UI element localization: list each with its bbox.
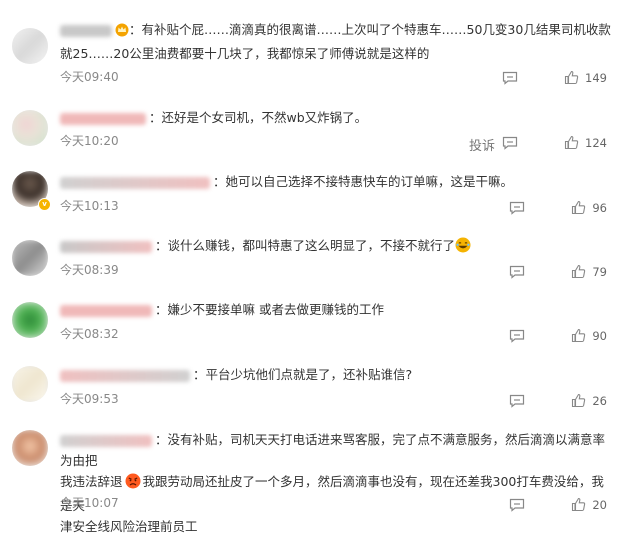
thumbs-up-icon [572, 497, 586, 512]
like-button[interactable]: 90 [571, 328, 607, 343]
like-button[interactable]: 124 [564, 135, 607, 150]
like-count: 90 [592, 328, 607, 343]
comment-text: ：谈什么赚钱，都叫特惠了这么明显了，不接不就行了 [155, 238, 456, 253]
comment-time: 今天08:39 [60, 263, 119, 277]
like-button[interactable]: 20 [571, 497, 607, 512]
username[interactable] [60, 24, 112, 37]
comment-item: ：平台少坑他们点就是了，还补贴谁信? 今天09:53 26 [0, 352, 629, 418]
thumbs-up-icon [572, 264, 586, 279]
username[interactable] [60, 240, 152, 253]
like-count: 124 [585, 135, 607, 150]
comment-icon[interactable] [509, 498, 525, 512]
like-count: 149 [585, 70, 607, 85]
crown-emoji-icon [115, 22, 129, 43]
comment-icon[interactable] [502, 71, 518, 85]
comment-text: 津安全线风险治理前员工 [60, 519, 198, 534]
report-button[interactable]: 投诉 [469, 135, 495, 154]
username[interactable] [60, 304, 152, 317]
comment-item: ：谈什么赚钱，都叫特惠了这么明显了，不接不就行了 今天08:39 79 [0, 228, 629, 290]
comment-item: ：还好是个女司机，不然wb又炸锅了。 今天10:20 投诉 124 [0, 98, 629, 160]
comment-time: 今天08:32 [60, 327, 119, 341]
comment-text: ：平台少坑他们点就是了，还补贴谁信? [193, 367, 413, 382]
avatar[interactable] [12, 302, 48, 338]
thumbs-up-icon [564, 70, 579, 85]
comment-time: 今天09:53 [60, 392, 119, 406]
verified-badge-icon: v [38, 198, 51, 211]
avatar[interactable] [12, 240, 48, 276]
avatar[interactable] [12, 430, 48, 466]
comment-item: ：没有补贴，司机天天打电话进来骂客服，完了点不满意服务，然后滴滴以满意率为由把 … [0, 418, 629, 535]
like-button[interactable]: 149 [564, 70, 607, 85]
comment-text: ：嫌少不要接单嘛 或者去做更赚钱的工作 [155, 302, 384, 317]
angry-emoji-icon [125, 473, 141, 495]
like-button[interactable]: 79 [571, 264, 607, 279]
comment-time: 今天09:40 [60, 70, 119, 84]
comment-item: ：有补贴个屁……滴滴真的很离谱……上次叫了个特惠车……50几变30几结果司机收款… [0, 0, 629, 98]
comment-text: ：还好是个女司机，不然wb又炸锅了。 [149, 110, 368, 125]
comment-time: 今天10:20 [60, 134, 119, 148]
username[interactable] [60, 176, 210, 189]
comment-item: ：嫌少不要接单嘛 或者去做更赚钱的工作 今天08:32 90 [0, 290, 629, 352]
avatar[interactable] [12, 110, 48, 146]
thumbs-up-icon [564, 135, 579, 150]
like-count: 20 [592, 497, 607, 512]
comment-icon[interactable] [509, 265, 525, 279]
comment-icon[interactable] [509, 329, 525, 343]
like-count: 96 [592, 200, 607, 215]
like-count: 79 [592, 264, 607, 279]
comment-icon[interactable] [502, 136, 518, 150]
comment-text: ：有补贴个屁……滴滴真的很离谱……上次叫了个特惠车……50几变30几结果司机收款… [60, 22, 611, 61]
comment-time: 今天10:07 [60, 496, 119, 510]
laughing-emoji-icon [455, 237, 471, 259]
thumbs-up-icon [572, 200, 586, 215]
comment-icon[interactable] [509, 394, 525, 408]
like-button[interactable]: 26 [571, 393, 607, 408]
thumbs-up-icon [572, 393, 586, 408]
comment-item: v ：她可以自己选择不接特惠快车的订单嘛，这是干嘛。 今天10:13 96 [0, 160, 629, 228]
like-count: 26 [592, 393, 607, 408]
comment-text: 我违法辞退 [60, 474, 123, 489]
username[interactable] [60, 112, 146, 125]
avatar[interactable] [12, 366, 48, 402]
thumbs-up-icon [572, 328, 586, 343]
comment-time: 今天10:13 [60, 199, 119, 213]
username[interactable] [60, 434, 152, 447]
avatar[interactable] [12, 28, 48, 64]
comment-icon[interactable] [509, 201, 525, 215]
username[interactable] [60, 369, 190, 382]
comment-text: ：她可以自己选择不接特惠快车的订单嘛，这是干嘛。 [213, 174, 514, 189]
like-button[interactable]: 96 [571, 200, 607, 215]
